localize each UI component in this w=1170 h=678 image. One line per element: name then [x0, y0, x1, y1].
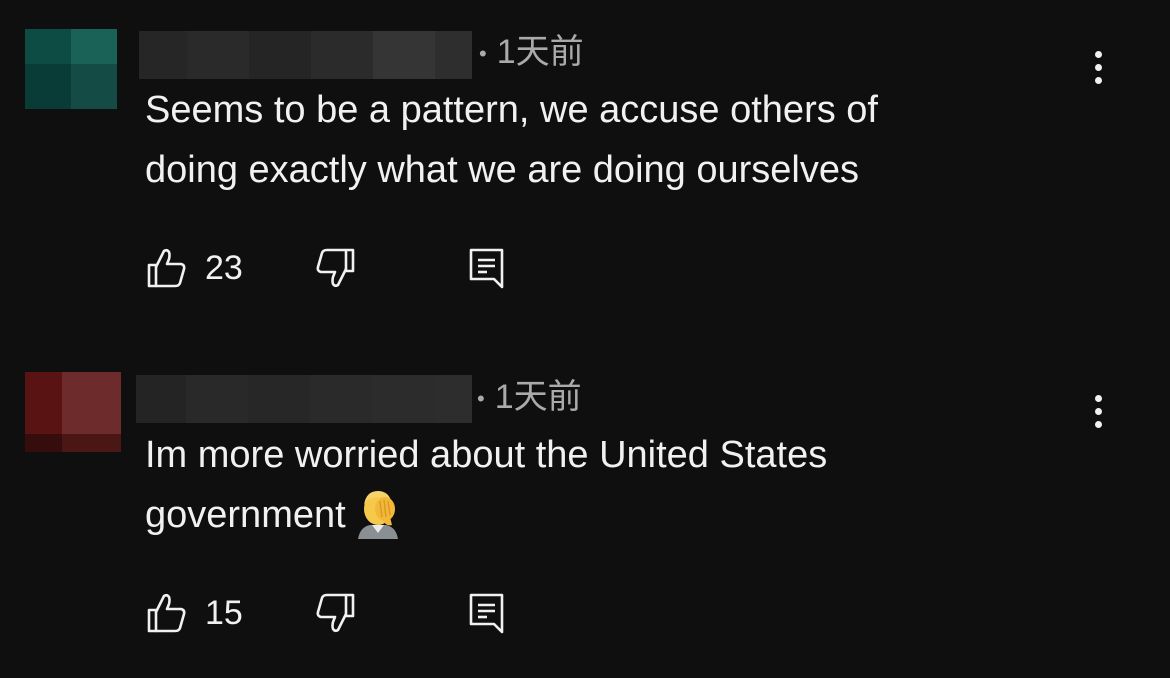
avatar[interactable]: [25, 29, 117, 109]
like-button[interactable]: 23: [145, 243, 243, 293]
thumbs-up-icon: [147, 593, 186, 633]
like-count: 15: [205, 594, 243, 632]
like-button[interactable]: 15: [145, 588, 243, 638]
more-vertical-icon: [1095, 395, 1102, 402]
avatar[interactable]: [25, 372, 121, 452]
dislike-button[interactable]: [315, 243, 357, 293]
comment-text-line: Im more worried about the United States: [145, 434, 828, 476]
more-vertical-icon-dot: [1095, 408, 1102, 415]
thumbs-down-icon: [316, 248, 355, 288]
reply-button[interactable]: [467, 243, 507, 293]
comment-item: • 1天前 Im more worried about the United St…: [0, 344, 1170, 644]
thumbs-up-icon: [147, 248, 186, 288]
username-redacted[interactable]: [136, 375, 472, 423]
thumbs-down-icon: [316, 593, 355, 633]
more-options-button[interactable]: [1078, 44, 1118, 104]
more-vertical-icon-dot: [1095, 64, 1102, 71]
comment-text-line: doing exactly what we are doing ourselve…: [145, 149, 859, 191]
timestamp-text: 1天前: [496, 33, 584, 71]
comment-text-fragment: government: [145, 494, 346, 536]
face-palm-emoji: [352, 487, 404, 539]
reply-comment-icon: [469, 248, 504, 289]
timestamp-text: 1天前: [494, 378, 582, 416]
comment-item: • 1天前 Seems to be a pattern, we accuse ot…: [0, 0, 1170, 300]
comment-timestamp[interactable]: • 1天前: [479, 32, 584, 74]
username-redacted[interactable]: [139, 31, 472, 79]
separator-dot: •: [477, 386, 485, 412]
more-options-button[interactable]: [1078, 390, 1118, 450]
separator-dot: •: [479, 41, 487, 67]
reply-comment-icon: [469, 593, 504, 634]
comment-actions: 23: [145, 243, 545, 293]
like-count: 23: [205, 249, 243, 287]
comment-text-line: Seems to be a pattern, we accuse others …: [145, 89, 878, 131]
more-vertical-icon-dot: [1095, 421, 1102, 428]
comment-text-line-with-emoji: government: [145, 485, 1045, 545]
dislike-button[interactable]: [315, 588, 357, 638]
more-vertical-icon: [1095, 51, 1102, 58]
comment-text: Seems to be a pattern, we accuse others …: [145, 80, 1045, 200]
reply-button[interactable]: [467, 588, 507, 638]
comment-actions: 15: [145, 588, 545, 638]
comment-timestamp[interactable]: • 1天前: [477, 377, 582, 419]
more-vertical-icon-dot: [1095, 77, 1102, 84]
comment-text: Im more worried about the United States …: [145, 425, 1045, 545]
